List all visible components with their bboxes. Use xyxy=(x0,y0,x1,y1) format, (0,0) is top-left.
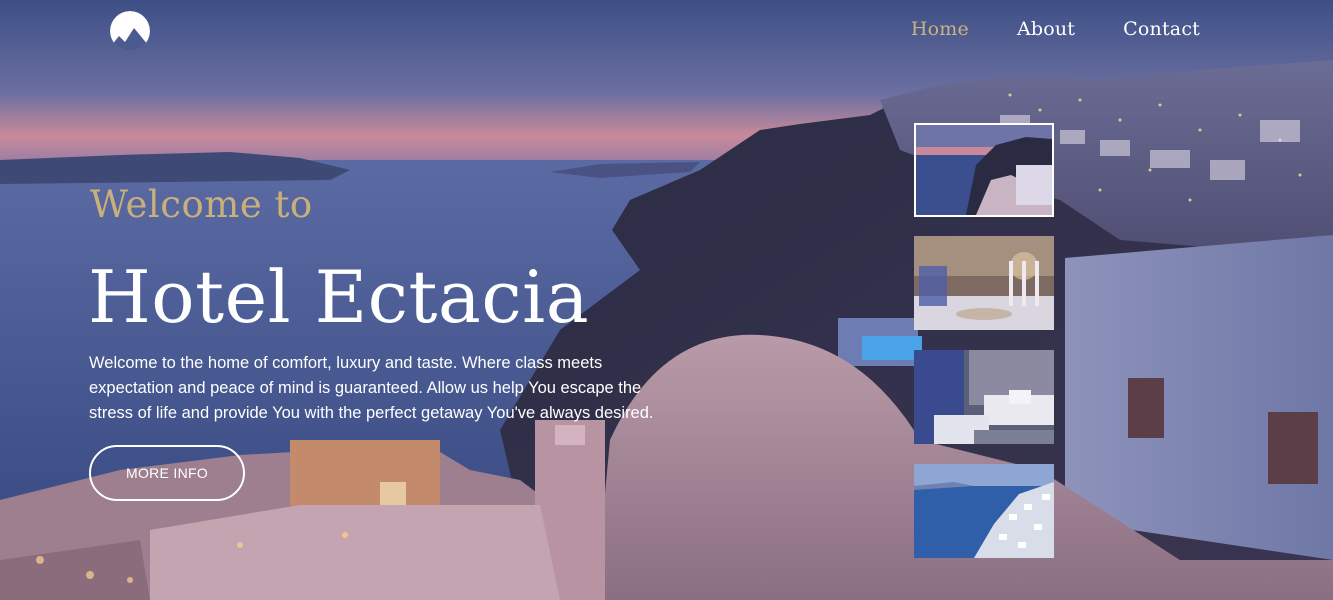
cliffside-village-thumbnail[interactable] xyxy=(914,464,1054,558)
dining-thumbnail[interactable] xyxy=(914,236,1054,330)
more-info-button[interactable]: MORE INFO xyxy=(89,445,245,501)
nav-home-link[interactable]: Home xyxy=(911,18,969,40)
bedroom-thumbnail[interactable] xyxy=(914,350,1054,444)
main-navigation: Home About Contact xyxy=(911,18,1200,40)
nav-about-link[interactable]: About xyxy=(1017,18,1075,40)
sea-view-thumbnail[interactable] xyxy=(914,123,1054,217)
nav-contact-link[interactable]: Contact xyxy=(1123,18,1200,40)
hero-section: Home About Contact Welcome to Hotel Ecta… xyxy=(0,0,1333,600)
hotel-title: Hotel Ectacia xyxy=(88,255,590,339)
mountain-logo-icon[interactable] xyxy=(107,10,153,51)
welcome-heading: Welcome to xyxy=(90,183,313,226)
hero-description: Welcome to the home of comfort, luxury a… xyxy=(89,354,654,422)
